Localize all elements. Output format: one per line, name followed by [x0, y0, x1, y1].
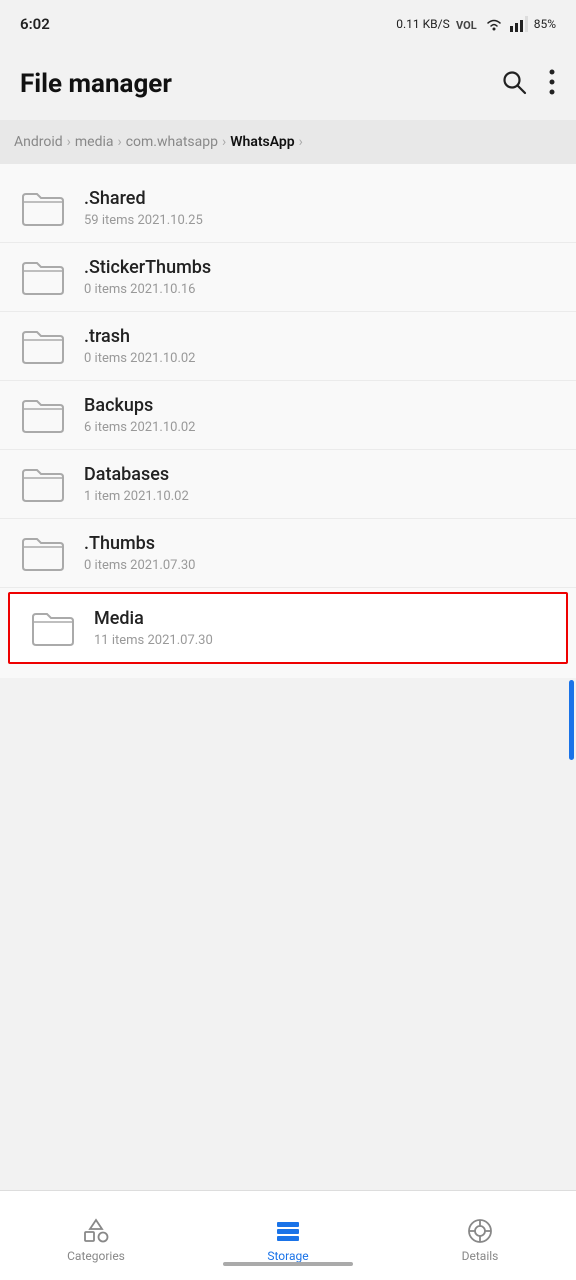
- file-list: .Shared 59 items 2021.10.25 .StickerThum…: [0, 164, 576, 678]
- nav-item-details[interactable]: Details: [384, 1209, 576, 1263]
- file-name: .trash: [84, 326, 195, 347]
- wifi-icon: [484, 16, 504, 32]
- list-item-media[interactable]: Media 11 items 2021.07.30: [8, 592, 568, 664]
- list-item[interactable]: Backups 6 items 2021.10.02: [0, 381, 576, 450]
- file-name: Databases: [84, 464, 189, 485]
- nav-label-details: Details: [462, 1249, 499, 1263]
- page-title: File manager: [20, 69, 172, 99]
- categories-icon: [82, 1217, 110, 1245]
- nav-item-storage[interactable]: Storage: [192, 1209, 384, 1263]
- status-icons: 0.11 KB/S VOL 85%: [396, 16, 556, 32]
- folder-icon: [30, 608, 76, 648]
- more-options-icon[interactable]: [548, 68, 556, 100]
- breadcrumb-whatsapp[interactable]: WhatsApp: [230, 134, 294, 150]
- details-icon: [466, 1217, 494, 1245]
- bottom-nav: Categories Storage Details: [0, 1190, 576, 1280]
- breadcrumb-comwhatsapp[interactable]: com.whatsapp: [126, 134, 218, 150]
- file-name: .Shared: [84, 188, 203, 209]
- file-meta: 59 items 2021.10.25: [84, 213, 203, 228]
- folder-icon: [20, 326, 66, 366]
- storage-icon: [274, 1217, 302, 1245]
- file-name: Media: [94, 608, 213, 629]
- status-bar: 6:02 0.11 KB/S VOL 85%: [0, 0, 576, 48]
- status-time: 6:02: [20, 15, 50, 33]
- signal-icon: [510, 16, 528, 32]
- search-icon[interactable]: [500, 68, 528, 100]
- nav-label-storage: Storage: [267, 1249, 308, 1263]
- header-actions: [500, 68, 556, 100]
- file-meta: 0 items 2021.07.30: [84, 558, 195, 573]
- scroll-indicator[interactable]: [569, 680, 574, 760]
- folder-icon: [20, 464, 66, 504]
- header: File manager: [0, 48, 576, 120]
- lte-icon: VOL: [456, 16, 478, 32]
- folder-icon: [20, 188, 66, 228]
- file-name: Backups: [84, 395, 195, 416]
- file-meta: 11 items 2021.07.30: [94, 633, 213, 648]
- breadcrumb[interactable]: Android › media › com.whatsapp › WhatsAp…: [0, 120, 576, 164]
- svg-text:VOL: VOL: [456, 19, 477, 32]
- file-meta: 0 items 2021.10.02: [84, 351, 195, 366]
- list-item[interactable]: .StickerThumbs 0 items 2021.10.16: [0, 243, 576, 312]
- folder-icon: [20, 257, 66, 297]
- breadcrumb-android[interactable]: Android: [14, 134, 63, 150]
- list-item[interactable]: Databases 1 item 2021.10.02: [0, 450, 576, 519]
- breadcrumb-media[interactable]: media: [75, 134, 114, 150]
- file-meta: 0 items 2021.10.16: [84, 282, 211, 297]
- folder-icon: [20, 533, 66, 573]
- folder-icon: [20, 395, 66, 435]
- list-item[interactable]: .Shared 59 items 2021.10.25: [0, 174, 576, 243]
- data-speed: 0.11 KB/S: [396, 17, 449, 31]
- nav-item-categories[interactable]: Categories: [0, 1209, 192, 1263]
- battery-level: 85%: [534, 17, 556, 31]
- nav-label-categories: Categories: [67, 1249, 125, 1263]
- file-name: .StickerThumbs: [84, 257, 211, 278]
- list-item[interactable]: .Thumbs 0 items 2021.07.30: [0, 519, 576, 588]
- file-meta: 1 item 2021.10.02: [84, 489, 189, 504]
- file-name: .Thumbs: [84, 533, 195, 554]
- file-meta: 6 items 2021.10.02: [84, 420, 195, 435]
- home-indicator: [223, 1262, 353, 1266]
- list-item[interactable]: .trash 0 items 2021.10.02: [0, 312, 576, 381]
